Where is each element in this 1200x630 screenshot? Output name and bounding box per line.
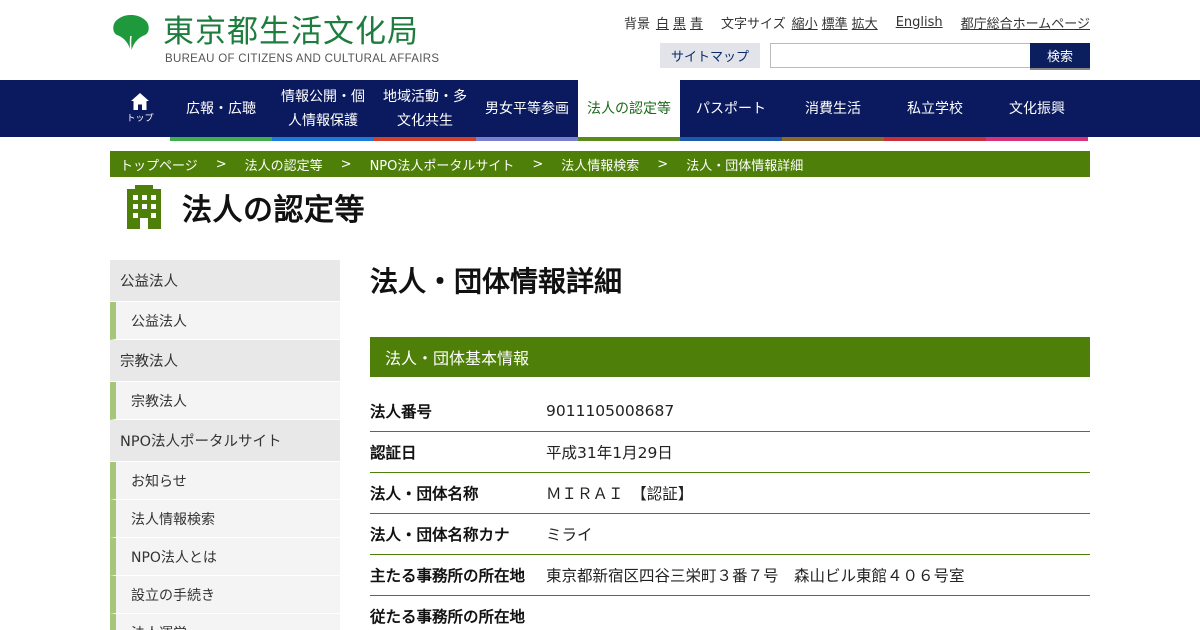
info-key: 法人・団体名称カナ — [370, 526, 510, 544]
sitemap-button[interactable]: サイトマップ — [660, 43, 760, 68]
building-icon — [127, 185, 161, 229]
site-header: 東京都生活文化局 BUREAU OF CITIZENS AND CULTURAL… — [0, 0, 1200, 80]
search-button[interactable]: 検索 — [1030, 43, 1090, 70]
breadcrumb-separator: > — [657, 156, 669, 172]
breadcrumb-separator: > — [215, 156, 227, 172]
nav-accent-bar — [272, 137, 374, 141]
logo-title: 東京都生活文化局 — [163, 14, 419, 50]
info-value: ミライ — [546, 526, 593, 544]
side-group-title[interactable]: NPO法人ポータルサイト — [110, 420, 340, 462]
info-row: 主たる事務所の所在地 東京都新宿区四谷三栄町３番７号 森山ビル東館４０６号室 — [370, 555, 1090, 596]
nav-accent-bar — [170, 137, 272, 141]
side-item[interactable]: 公益法人 — [110, 302, 340, 340]
english-link[interactable]: English — [896, 15, 943, 30]
side-item[interactable]: 宗教法人 — [110, 382, 340, 420]
breadcrumb-link-npo-portal[interactable]: NPO法人ポータルサイト — [370, 155, 515, 174]
nav-item-corporations[interactable]: 法人の認定等 — [578, 80, 680, 141]
info-key: 従たる事務所の所在地 — [370, 608, 526, 626]
side-item[interactable]: お知らせ — [110, 462, 340, 500]
font-small-link[interactable]: 縮小 — [792, 13, 818, 32]
tokyo-ginkgo-icon — [113, 15, 149, 53]
info-key: 主たる事務所の所在地 — [370, 567, 526, 585]
breadcrumb-separator: > — [340, 156, 352, 172]
nav-accent-bar — [782, 137, 884, 141]
breadcrumb-link-corporations[interactable]: 法人の認定等 — [245, 155, 323, 174]
nav-accent-bar — [986, 137, 1088, 141]
info-key: 認証日 — [370, 444, 417, 462]
nav-item-label: 文化振興 — [1009, 100, 1065, 117]
info-value: 平成31年1月29日 — [546, 444, 673, 462]
content-title: 法人・団体情報詳細 — [370, 265, 623, 298]
info-row: 従たる事務所の所在地 — [370, 596, 1090, 630]
nav-item-label: 私立学校 — [907, 100, 963, 117]
side-item[interactable]: 法人運営 — [110, 614, 340, 630]
nav-item-public-relations[interactable]: 広報・広聴 — [170, 80, 272, 141]
utility-bar: 背景 白 黒 青 文字サイズ 縮小 標準 拡大 English 都庁総合ホームペ… — [624, 12, 1090, 32]
breadcrumb: トップページ > 法人の認定等 > NPO法人ポータルサイト > 法人情報検索 … — [110, 151, 1090, 177]
nav-item-gender-equality[interactable]: 男女平等参画 — [476, 80, 578, 141]
nav-item-private-schools[interactable]: 私立学校 — [884, 80, 986, 141]
breadcrumb-link-top[interactable]: トップページ — [120, 155, 198, 174]
nav-item-label: パスポート — [696, 100, 766, 117]
tokyo-home-link[interactable]: 都庁総合ホームページ — [961, 13, 1090, 32]
nav-item-community[interactable]: 地域活動・多 文化共生 — [374, 80, 476, 141]
background-label: 背景 — [623, 16, 650, 32]
nav-home[interactable]: トップ — [110, 80, 170, 137]
nav-item-culture[interactable]: 文化振興 — [986, 80, 1088, 141]
side-menu: 公益法人 公益法人 宗教法人 宗教法人 NPO法人ポータルサイト お知らせ 法人… — [110, 260, 340, 630]
font-size-switcher: 文字サイズ 縮小 標準 拡大 — [721, 13, 878, 32]
font-standard-link[interactable]: 標準 — [822, 13, 848, 32]
nav-accent-bar — [680, 137, 782, 141]
nav-home-label: トップ — [126, 114, 154, 124]
bg-blue-link[interactable]: 青 — [690, 13, 703, 32]
main-content: 法人・団体情報詳細 法人・団体基本情報 法人番号 9011105008687 認… — [370, 260, 1090, 630]
logo-subtitle: BUREAU OF CITIZENS AND CULTURAL AFFAIRS — [165, 53, 440, 65]
site-logo[interactable]: 東京都生活文化局 BUREAU OF CITIZENS AND CULTURAL… — [111, 14, 441, 70]
side-group-title[interactable]: 宗教法人 — [110, 340, 340, 382]
global-nav: トップ 広報・広聴 情報公開・個 人情報保護 地域活動・多 文化共生 男女平等参画 … — [0, 80, 1200, 141]
page-title: 法人の認定等 — [182, 193, 365, 228]
nav-item-label: 男女平等参画 — [485, 100, 569, 117]
nav-item-information-disclosure[interactable]: 情報公開・個 人情報保護 — [272, 80, 374, 141]
search-input[interactable] — [770, 43, 1031, 68]
info-row: 認証日 平成31年1月29日 — [370, 432, 1090, 473]
info-table: 法人番号 9011105008687 認証日 平成31年1月29日 法人・団体名… — [370, 391, 1090, 630]
info-value: ＭＩＲＡＩ 【認証】 — [546, 485, 694, 503]
info-row: 法人番号 9011105008687 — [370, 391, 1090, 432]
font-size-label: 文字サイズ — [721, 16, 786, 32]
breadcrumb-separator: > — [532, 156, 544, 172]
nav-item-label: 法人の認定等 — [587, 100, 671, 117]
background-switcher: 背景 白 黒 青 — [624, 13, 703, 32]
side-item[interactable]: NPO法人とは — [110, 538, 340, 576]
nav-item-label: 情報公開・個 人情報保護 — [281, 88, 365, 129]
font-large-link[interactable]: 拡大 — [852, 13, 878, 32]
nav-accent-bar — [374, 137, 476, 141]
breadcrumb-current: 法人・団体情報詳細 — [686, 158, 804, 174]
breadcrumb-link-search[interactable]: 法人情報検索 — [561, 155, 639, 174]
section-heading: 法人・団体基本情報 — [370, 337, 1090, 377]
nav-item-label: 広報・広聴 — [186, 100, 256, 117]
home-icon — [131, 93, 149, 110]
page-header: 法人の認定等 — [125, 184, 365, 230]
info-value: 東京都新宿区四谷三栄町３番７号 森山ビル東館４０６号室 — [546, 567, 965, 585]
info-value: 9011105008687 — [546, 402, 675, 420]
tokyo-home-link-wrap: 都庁総合ホームページ — [961, 13, 1090, 32]
info-key: 法人・団体名称 — [370, 485, 479, 503]
nav-item-consumer[interactable]: 消費生活 — [782, 80, 884, 141]
info-row: 法人・団体名称 ＭＩＲＡＩ 【認証】 — [370, 473, 1090, 514]
nav-item-passport[interactable]: パスポート — [680, 80, 782, 141]
nav-item-label: 地域活動・多 文化共生 — [383, 88, 467, 129]
nav-accent-bar — [476, 137, 578, 141]
nav-accent-bar — [884, 137, 986, 141]
info-row: 法人・団体名称カナ ミライ — [370, 514, 1090, 555]
nav-item-label: 消費生活 — [805, 100, 861, 117]
side-item[interactable]: 設立の手続き — [110, 576, 340, 614]
side-group-title[interactable]: 公益法人 — [110, 260, 340, 302]
english-link-wrap: English — [896, 15, 943, 30]
nav-accent-bar — [578, 137, 680, 141]
info-key: 法人番号 — [370, 403, 433, 421]
bg-black-link[interactable]: 黒 — [673, 13, 686, 32]
bg-white-link[interactable]: 白 — [656, 13, 669, 32]
side-item[interactable]: 法人情報検索 — [110, 500, 340, 538]
